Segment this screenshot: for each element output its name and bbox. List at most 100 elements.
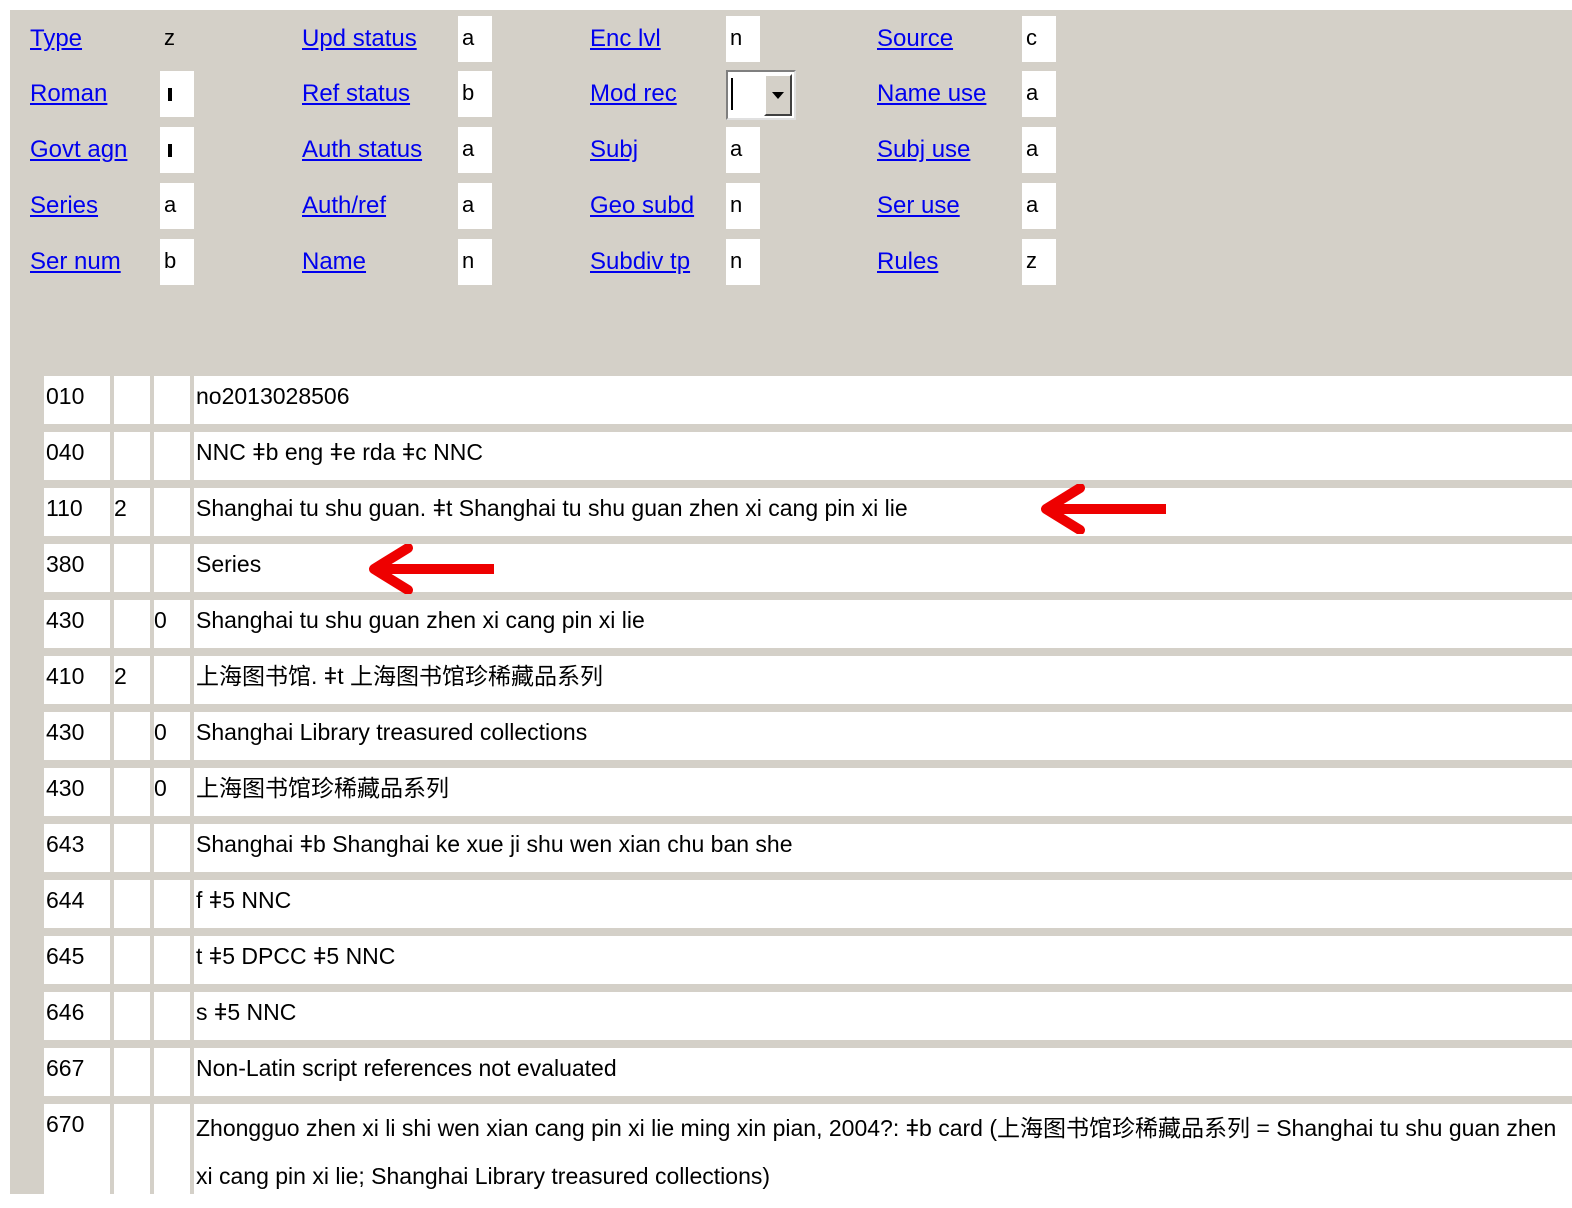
fixed-field-label-upd-status[interactable]: Upd status <box>302 16 417 62</box>
field-indicator-2[interactable] <box>154 1104 190 1208</box>
field-indicator-1[interactable] <box>114 1104 150 1208</box>
fixed-field-label-ref-status[interactable]: Ref status <box>302 71 410 117</box>
fixed-field-label-series[interactable]: Series <box>30 183 98 229</box>
fixed-field-value-ref-status[interactable]: b <box>458 71 492 117</box>
fixed-field-label-roman[interactable]: Roman <box>30 71 107 117</box>
field-indicator-1[interactable] <box>114 992 150 1040</box>
field-tag[interactable]: 646 <box>44 992 110 1040</box>
field-indicator-1[interactable] <box>114 600 150 648</box>
field-indicator-2[interactable] <box>154 880 190 928</box>
field-indicator-1[interactable] <box>114 712 150 760</box>
field-data[interactable]: Shanghai tu shu guan zhen xi cang pin xi… <box>194 600 1572 648</box>
fixed-field-value-source[interactable]: c <box>1022 16 1056 62</box>
field-data[interactable]: Shanghai tu shu guan. ǂt Shanghai tu shu… <box>194 488 1572 536</box>
fixed-field-label-source[interactable]: Source <box>877 16 953 62</box>
fixed-field-value-upd-status[interactable]: a <box>458 16 492 62</box>
fixed-field-value-type: z <box>164 25 175 50</box>
fixed-field-value-name-use[interactable]: a <box>1022 71 1056 117</box>
chevron-down-icon[interactable] <box>764 74 792 116</box>
field-data[interactable]: s ǂ5 NNC <box>194 992 1572 1040</box>
fixed-field-label-auth-ref[interactable]: Auth/ref <box>302 183 386 229</box>
field-indicator-1[interactable] <box>114 376 150 424</box>
fixed-field-value-auth-status[interactable]: a <box>458 127 492 173</box>
fixed-field-value-rules[interactable]: z <box>1022 239 1056 285</box>
field-indicator-1[interactable] <box>114 432 150 480</box>
field-tag[interactable]: 430 <box>44 712 110 760</box>
field-data[interactable]: Shanghai ǂb Shanghai ke xue ji shu wen x… <box>194 824 1572 872</box>
field-indicator-1[interactable] <box>114 1048 150 1096</box>
field-indicator-2[interactable]: 0 <box>154 768 190 816</box>
fixed-field-label-auth-status[interactable]: Auth status <box>302 127 422 173</box>
field-indicator-1[interactable] <box>114 824 150 872</box>
field-indicator-2[interactable]: 0 <box>154 600 190 648</box>
field-data[interactable]: Zhongguo zhen xi li shi wen xian cang pi… <box>194 1104 1572 1208</box>
field-indicator-1[interactable] <box>114 768 150 816</box>
fixed-field-label-mod-rec[interactable]: Mod rec <box>590 71 677 117</box>
field-indicator-2[interactable] <box>154 488 190 536</box>
fixed-field-label-subdiv-tp[interactable]: Subdiv tp <box>590 239 690 285</box>
left-arrow-icon <box>369 544 494 594</box>
field-indicator-1[interactable]: 2 <box>114 488 150 536</box>
field-tag[interactable]: 430 <box>44 600 110 648</box>
fixed-field-label-ser-num[interactable]: Ser num <box>30 239 121 285</box>
fixed-field-value-ser-num[interactable]: b <box>160 239 194 285</box>
field-data[interactable]: Non-Latin script references not evaluate… <box>194 1048 1572 1096</box>
fill-character-icon <box>168 87 172 101</box>
left-arrow-icon <box>1041 484 1166 534</box>
fixed-field-value-name[interactable]: n <box>458 239 492 285</box>
fixed-field-label-govt-agn[interactable]: Govt agn <box>30 127 127 173</box>
fixed-field-value-enc-lvl[interactable]: n <box>726 16 760 62</box>
field-indicator-1[interactable]: 2 <box>114 656 150 704</box>
field-data[interactable]: t ǂ5 DPCC ǂ5 NNC <box>194 936 1572 984</box>
field-tag[interactable]: 380 <box>44 544 110 592</box>
field-tag[interactable]: 430 <box>44 768 110 816</box>
fixed-field-value-series[interactable]: a <box>160 183 194 229</box>
field-indicator-1[interactable] <box>114 544 150 592</box>
fixed-field-value-geo-subd[interactable]: n <box>726 183 760 229</box>
mod-rec-select[interactable] <box>726 70 796 120</box>
field-data[interactable]: Shanghai Library treasured collections <box>194 712 1572 760</box>
fixed-field-label-subj[interactable]: Subj <box>590 127 638 173</box>
field-tag[interactable]: 645 <box>44 936 110 984</box>
field-indicator-2[interactable] <box>154 432 190 480</box>
fixed-field-value-ser-use[interactable]: a <box>1022 183 1056 229</box>
field-indicator-2[interactable] <box>154 656 190 704</box>
fixed-field-value-govt-agn[interactable] <box>160 127 194 173</box>
field-tag[interactable]: 040 <box>44 432 110 480</box>
fixed-field-label-geo-subd[interactable]: Geo subd <box>590 183 694 229</box>
field-tag[interactable]: 643 <box>44 824 110 872</box>
field-indicator-1[interactable] <box>114 936 150 984</box>
field-tag[interactable]: 644 <box>44 880 110 928</box>
field-indicator-2[interactable] <box>154 992 190 1040</box>
field-indicator-2[interactable] <box>154 824 190 872</box>
field-data[interactable]: f ǂ5 NNC <box>194 880 1572 928</box>
field-data[interactable]: no2013028506 <box>194 376 1572 424</box>
fixed-field-label-ser-use[interactable]: Ser use <box>877 183 960 229</box>
field-data[interactable]: 上海图书馆. ǂt 上海图书馆珍稀藏品系列 <box>194 656 1572 704</box>
field-tag[interactable]: 410 <box>44 656 110 704</box>
fixed-field-label-subj-use[interactable]: Subj use <box>877 127 970 173</box>
fixed-field-value-roman[interactable] <box>160 71 194 117</box>
field-tag[interactable]: 110 <box>44 488 110 536</box>
field-tag[interactable]: 010 <box>44 376 110 424</box>
fixed-field-value-subj[interactable]: a <box>726 127 760 173</box>
field-tag[interactable]: 670 <box>44 1104 110 1208</box>
fixed-field-label-rules[interactable]: Rules <box>877 239 938 285</box>
field-indicator-2[interactable] <box>154 936 190 984</box>
field-tag[interactable]: 667 <box>44 1048 110 1096</box>
field-indicator-2[interactable] <box>154 1048 190 1096</box>
field-data[interactable]: 上海图书馆珍稀藏品系列 <box>194 768 1572 816</box>
fixed-field-label-name[interactable]: Name <box>302 239 366 285</box>
fixed-field-value-auth-ref[interactable]: a <box>458 183 492 229</box>
fixed-field-label-name-use[interactable]: Name use <box>877 71 986 117</box>
fixed-field-value-subdiv-tp[interactable]: n <box>726 239 760 285</box>
field-indicator-1[interactable] <box>114 880 150 928</box>
field-indicator-2[interactable] <box>154 376 190 424</box>
field-data[interactable]: NNC ǂb eng ǂe rda ǂc NNC <box>194 432 1572 480</box>
text-cursor <box>731 78 733 110</box>
field-indicator-2[interactable] <box>154 544 190 592</box>
fixed-field-label-enc-lvl[interactable]: Enc lvl <box>590 16 661 62</box>
fixed-field-label-type[interactable]: Type <box>30 16 82 62</box>
field-indicator-2[interactable]: 0 <box>154 712 190 760</box>
fixed-field-value-subj-use[interactable]: a <box>1022 127 1056 173</box>
